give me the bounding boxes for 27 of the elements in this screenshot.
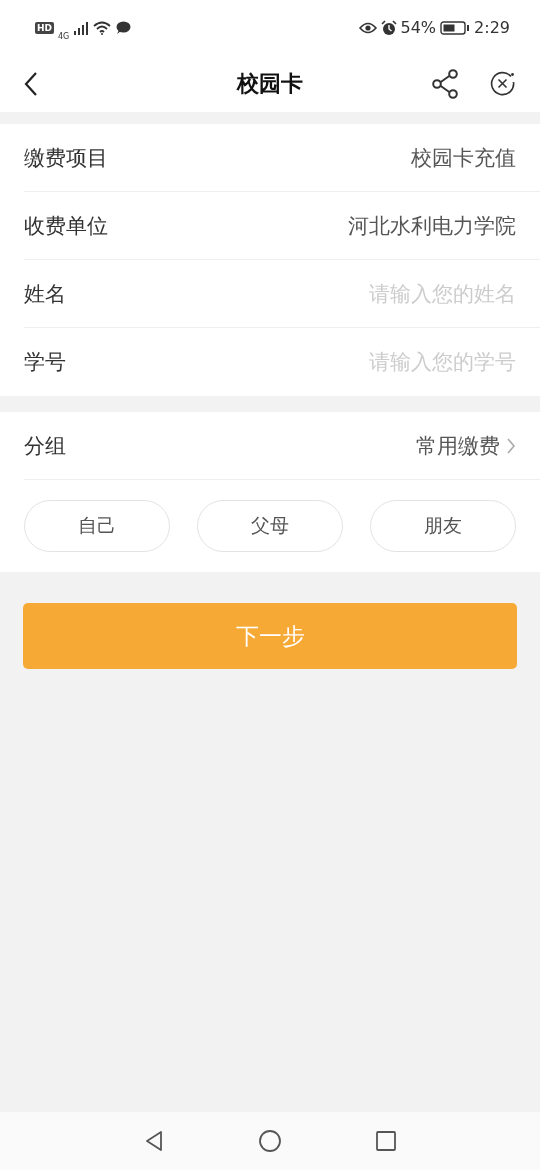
field-label: 分组 — [24, 432, 66, 460]
wifi-icon — [93, 20, 112, 35]
chat-bubble-icon — [115, 20, 132, 35]
group-chip[interactable]: 自己 — [24, 500, 170, 552]
group-selector[interactable]: 常用缴费 — [416, 431, 516, 460]
group-chip[interactable]: 朋友 — [370, 500, 516, 552]
battery-percent: 54% — [400, 18, 437, 37]
field-label: 缴费项目 — [24, 144, 108, 172]
chevron-icon — [506, 436, 516, 455]
battery-icon — [440, 20, 471, 35]
home-icon[interactable] — [258, 1129, 282, 1153]
recents-icon[interactable] — [374, 1129, 398, 1153]
field-label: 收费单位 — [24, 212, 108, 240]
field-value: 校园卡充值 — [411, 144, 516, 172]
eye-icon — [358, 21, 377, 34]
network-label: 4G — [58, 32, 70, 41]
signal-icon — [73, 20, 90, 35]
group-chip[interactable]: 父母 — [197, 500, 343, 552]
clock-time: 2:29 — [474, 18, 510, 37]
hd-badge: HD — [35, 21, 54, 34]
share-icon[interactable] — [432, 68, 460, 99]
field-label: 姓名 — [24, 280, 66, 308]
page-title: 校园卡 — [237, 69, 303, 98]
close-icon[interactable] — [490, 70, 516, 97]
alarm-icon — [380, 19, 397, 36]
field-value: 河北水利电力学院 — [348, 212, 516, 240]
field-label: 学号 — [24, 349, 66, 376]
